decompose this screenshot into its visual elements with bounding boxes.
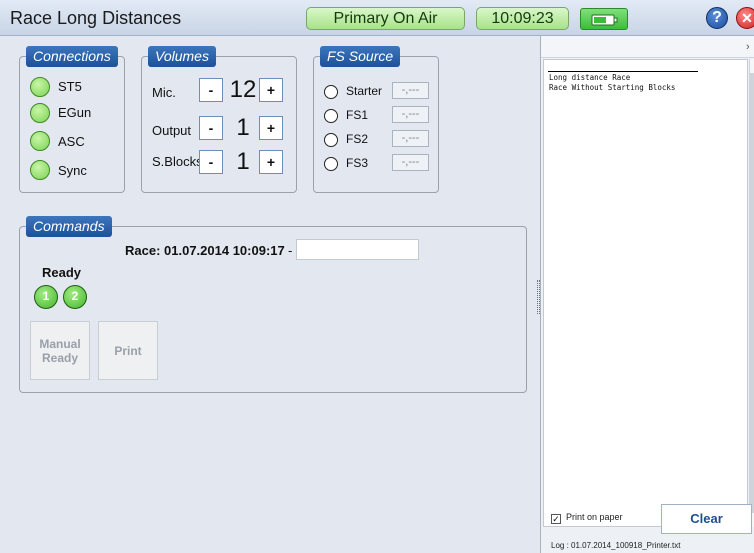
- fs2-radio[interactable]: [324, 133, 338, 147]
- starter-value: -,---: [392, 82, 429, 99]
- scrollbar-thumb[interactable]: [750, 73, 754, 513]
- battery-icon: [591, 14, 618, 26]
- race-timestamp-label: Race: 01.07.2014 10:09:17: [125, 243, 285, 258]
- output-volume-label: Output: [152, 123, 192, 138]
- ready-label: Ready: [42, 265, 82, 280]
- asc-label: ASC: [58, 134, 85, 149]
- battery-status: [580, 8, 628, 30]
- title-bar: Race Long Distances Primary On Air 10:09…: [0, 0, 754, 36]
- clear-button[interactable]: Clear: [661, 504, 752, 534]
- sblocks-volume-down-button[interactable]: -: [199, 150, 223, 174]
- fs2-value: -,---: [392, 130, 429, 147]
- printer-output: Long distance Race Race Without Starting…: [543, 59, 748, 527]
- starter-label: Starter: [346, 84, 383, 98]
- printer-pane-header: ›: [541, 36, 754, 58]
- help-button[interactable]: ?: [706, 7, 728, 29]
- close-button[interactable]: ✕: [736, 7, 754, 29]
- fs1-label: FS1: [346, 108, 369, 122]
- chevron-right-icon[interactable]: ›: [746, 41, 750, 53]
- clock-display: 10:09:23: [476, 7, 569, 30]
- print-button[interactable]: Print: [98, 321, 158, 380]
- volumes-panel: Volumes Mic. - 12 + Output - 1 + S.Block…: [141, 46, 297, 193]
- fs1-radio[interactable]: [324, 109, 338, 123]
- output-volume-value: 1: [236, 114, 250, 141]
- mic-volume-up-button[interactable]: +: [259, 78, 283, 102]
- sblocks-volume-up-button[interactable]: +: [259, 150, 283, 174]
- sync-label: Sync: [58, 163, 87, 178]
- connections-title: Connections: [26, 46, 118, 67]
- print-on-paper-label: Print on paper: [566, 512, 623, 522]
- fs-source-panel: FS Source Starter -,--- FS1 -,--- FS2 -,…: [313, 46, 439, 193]
- fs3-label: FS3: [346, 156, 369, 170]
- volumes-title: Volumes: [148, 46, 216, 67]
- sblocks-volume-label: S.Blocks: [152, 154, 203, 169]
- st5-indicator: [30, 77, 50, 97]
- race-name-input[interactable]: [296, 239, 419, 260]
- fs3-value: -,---: [392, 154, 429, 171]
- race-separator: -: [288, 243, 293, 258]
- sblocks-volume-value: 1: [236, 148, 250, 175]
- printer-pane: › Long distance Race Race Without Starti…: [540, 36, 754, 553]
- fs2-label: FS2: [346, 132, 369, 146]
- print-on-paper-checkbox[interactable]: ✓: [551, 514, 561, 524]
- st5-label: ST5: [58, 79, 82, 94]
- egun-label: EGun: [58, 105, 92, 120]
- manual-ready-button[interactable]: Manual Ready: [30, 321, 90, 380]
- mic-volume-down-button[interactable]: -: [199, 78, 223, 102]
- commands-title: Commands: [26, 216, 112, 237]
- printer-line: Race Without Starting Blocks: [549, 83, 676, 92]
- asc-indicator: [30, 131, 50, 151]
- fs1-value: -,---: [392, 106, 429, 123]
- output-volume-down-button[interactable]: -: [199, 116, 223, 140]
- ready-led-1: 1: [34, 285, 58, 309]
- mic-volume-value: 12: [229, 76, 257, 103]
- output-volume-up-button[interactable]: +: [259, 116, 283, 140]
- mic-volume-label: Mic.: [152, 85, 176, 100]
- log-file-label: Log : 01.07.2014_100918_Printer.txt: [551, 541, 681, 550]
- fs-source-title: FS Source: [320, 46, 401, 67]
- commands-panel: Commands Race: 01.07.2014 10:09:17 - Rea…: [19, 216, 527, 393]
- fs3-radio[interactable]: [324, 157, 338, 171]
- connections-panel: Connections ST5 EGun ASC Sync: [19, 46, 125, 193]
- on-air-status: Primary On Air: [306, 7, 465, 30]
- printer-separator: [548, 71, 698, 72]
- egun-indicator: [30, 103, 50, 123]
- printer-line: Long distance Race: [549, 73, 631, 82]
- app-title: Race Long Distances: [10, 8, 182, 28]
- sync-indicator: [30, 160, 50, 180]
- printer-scrollbar[interactable]: [749, 59, 754, 527]
- ready-led-2: 2: [63, 285, 87, 309]
- starter-radio[interactable]: [324, 85, 338, 99]
